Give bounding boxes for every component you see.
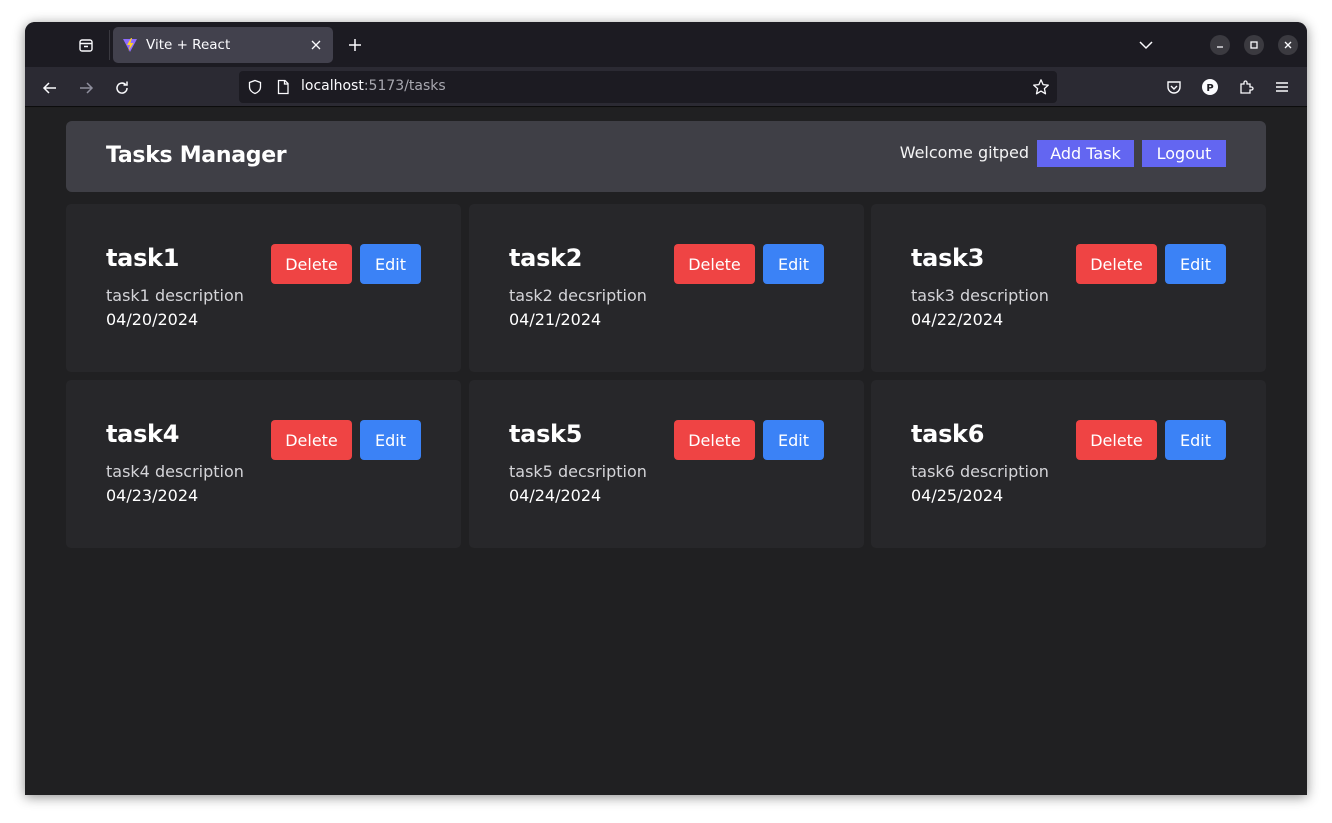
- tab-title: Vite + React: [146, 37, 231, 53]
- task-description: task1 description: [106, 286, 244, 305]
- task-title: task4: [106, 420, 180, 448]
- logout-button[interactable]: Logout: [1142, 140, 1226, 167]
- task-card: task3 task3 description 04/22/2024 Delet…: [871, 204, 1266, 372]
- task-description: task2 decsription: [509, 286, 647, 305]
- task-date: 04/21/2024: [509, 310, 602, 329]
- delete-button[interactable]: Delete: [271, 244, 352, 284]
- shield-icon[interactable]: [247, 79, 263, 95]
- edit-button[interactable]: Edit: [360, 244, 421, 284]
- browser-window: Vite + React localhost:5173/tasks P Task…: [25, 22, 1307, 795]
- welcome-text: Welcome gitped: [899, 143, 1029, 162]
- plus-icon[interactable]: [343, 34, 367, 56]
- task-card: task4 task4 description 04/23/2024 Delet…: [66, 380, 461, 548]
- url-bar[interactable]: localhost:5173/tasks: [239, 71, 1057, 103]
- delete-button[interactable]: Delete: [271, 420, 352, 460]
- close-icon[interactable]: [1278, 35, 1298, 55]
- menu-icon[interactable]: [1272, 77, 1292, 97]
- task-date: 04/24/2024: [509, 486, 602, 505]
- task-date: 04/23/2024: [106, 486, 199, 505]
- url-host: localhost: [301, 78, 364, 94]
- tab-active[interactable]: Vite + React: [113, 27, 333, 63]
- task-card: task1 task1 description 04/20/2024 Delet…: [66, 204, 461, 372]
- svg-text:P: P: [1206, 83, 1213, 94]
- url-text[interactable]: localhost:5173/tasks: [301, 78, 446, 94]
- profile-icon[interactable]: P: [1200, 77, 1220, 97]
- minimize-icon[interactable]: [1210, 35, 1230, 55]
- task-title: task5: [509, 420, 583, 448]
- maximize-icon[interactable]: [1244, 35, 1264, 55]
- close-icon[interactable]: [307, 36, 325, 54]
- tab-bar: Vite + React: [25, 22, 1307, 67]
- edit-button[interactable]: Edit: [763, 244, 824, 284]
- task-date: 04/20/2024: [106, 310, 199, 329]
- page-title: Tasks Manager: [106, 143, 287, 168]
- delete-button[interactable]: Delete: [674, 244, 755, 284]
- edit-button[interactable]: Edit: [1165, 420, 1226, 460]
- extensions-icon[interactable]: [1236, 77, 1256, 97]
- task-title: task3: [911, 244, 985, 272]
- task-description: task5 decsription: [509, 462, 647, 481]
- task-card: task5 task5 decsription 04/24/2024 Delet…: [469, 380, 864, 548]
- page-content: Tasks Manager Welcome gitped Add Task Lo…: [25, 108, 1307, 795]
- task-description: task3 description: [911, 286, 1049, 305]
- task-card: task6 task6 description 04/25/2024 Delet…: [871, 380, 1266, 548]
- edit-button[interactable]: Edit: [763, 420, 824, 460]
- task-date: 04/25/2024: [911, 486, 1004, 505]
- forward-icon[interactable]: [74, 76, 98, 100]
- delete-button[interactable]: Delete: [1076, 420, 1157, 460]
- page-icon[interactable]: [275, 79, 291, 95]
- back-icon[interactable]: [38, 76, 62, 100]
- task-title: task1: [106, 244, 180, 272]
- delete-button[interactable]: Delete: [674, 420, 755, 460]
- vite-logo-icon: [122, 37, 138, 53]
- tab-separator: [109, 30, 110, 60]
- chevron-down-icon[interactable]: [1135, 35, 1157, 55]
- task-title: task2: [509, 244, 583, 272]
- delete-button[interactable]: Delete: [1076, 244, 1157, 284]
- app-header: Tasks Manager Welcome gitped Add Task Lo…: [66, 121, 1266, 192]
- star-icon[interactable]: [1032, 78, 1050, 96]
- tab-list-icon[interactable]: [73, 34, 99, 56]
- navigation-bar: localhost:5173/tasks P: [25, 67, 1307, 107]
- reload-icon[interactable]: [110, 76, 134, 100]
- edit-button[interactable]: Edit: [1165, 244, 1226, 284]
- task-date: 04/22/2024: [911, 310, 1004, 329]
- pocket-icon[interactable]: [1164, 77, 1184, 97]
- task-description: task4 description: [106, 462, 244, 481]
- task-card: task2 task2 decsription 04/21/2024 Delet…: [469, 204, 864, 372]
- add-task-button[interactable]: Add Task: [1037, 140, 1134, 167]
- task-description: task6 description: [911, 462, 1049, 481]
- task-title: task6: [911, 420, 985, 448]
- url-path: :5173/tasks: [363, 78, 446, 94]
- edit-button[interactable]: Edit: [360, 420, 421, 460]
